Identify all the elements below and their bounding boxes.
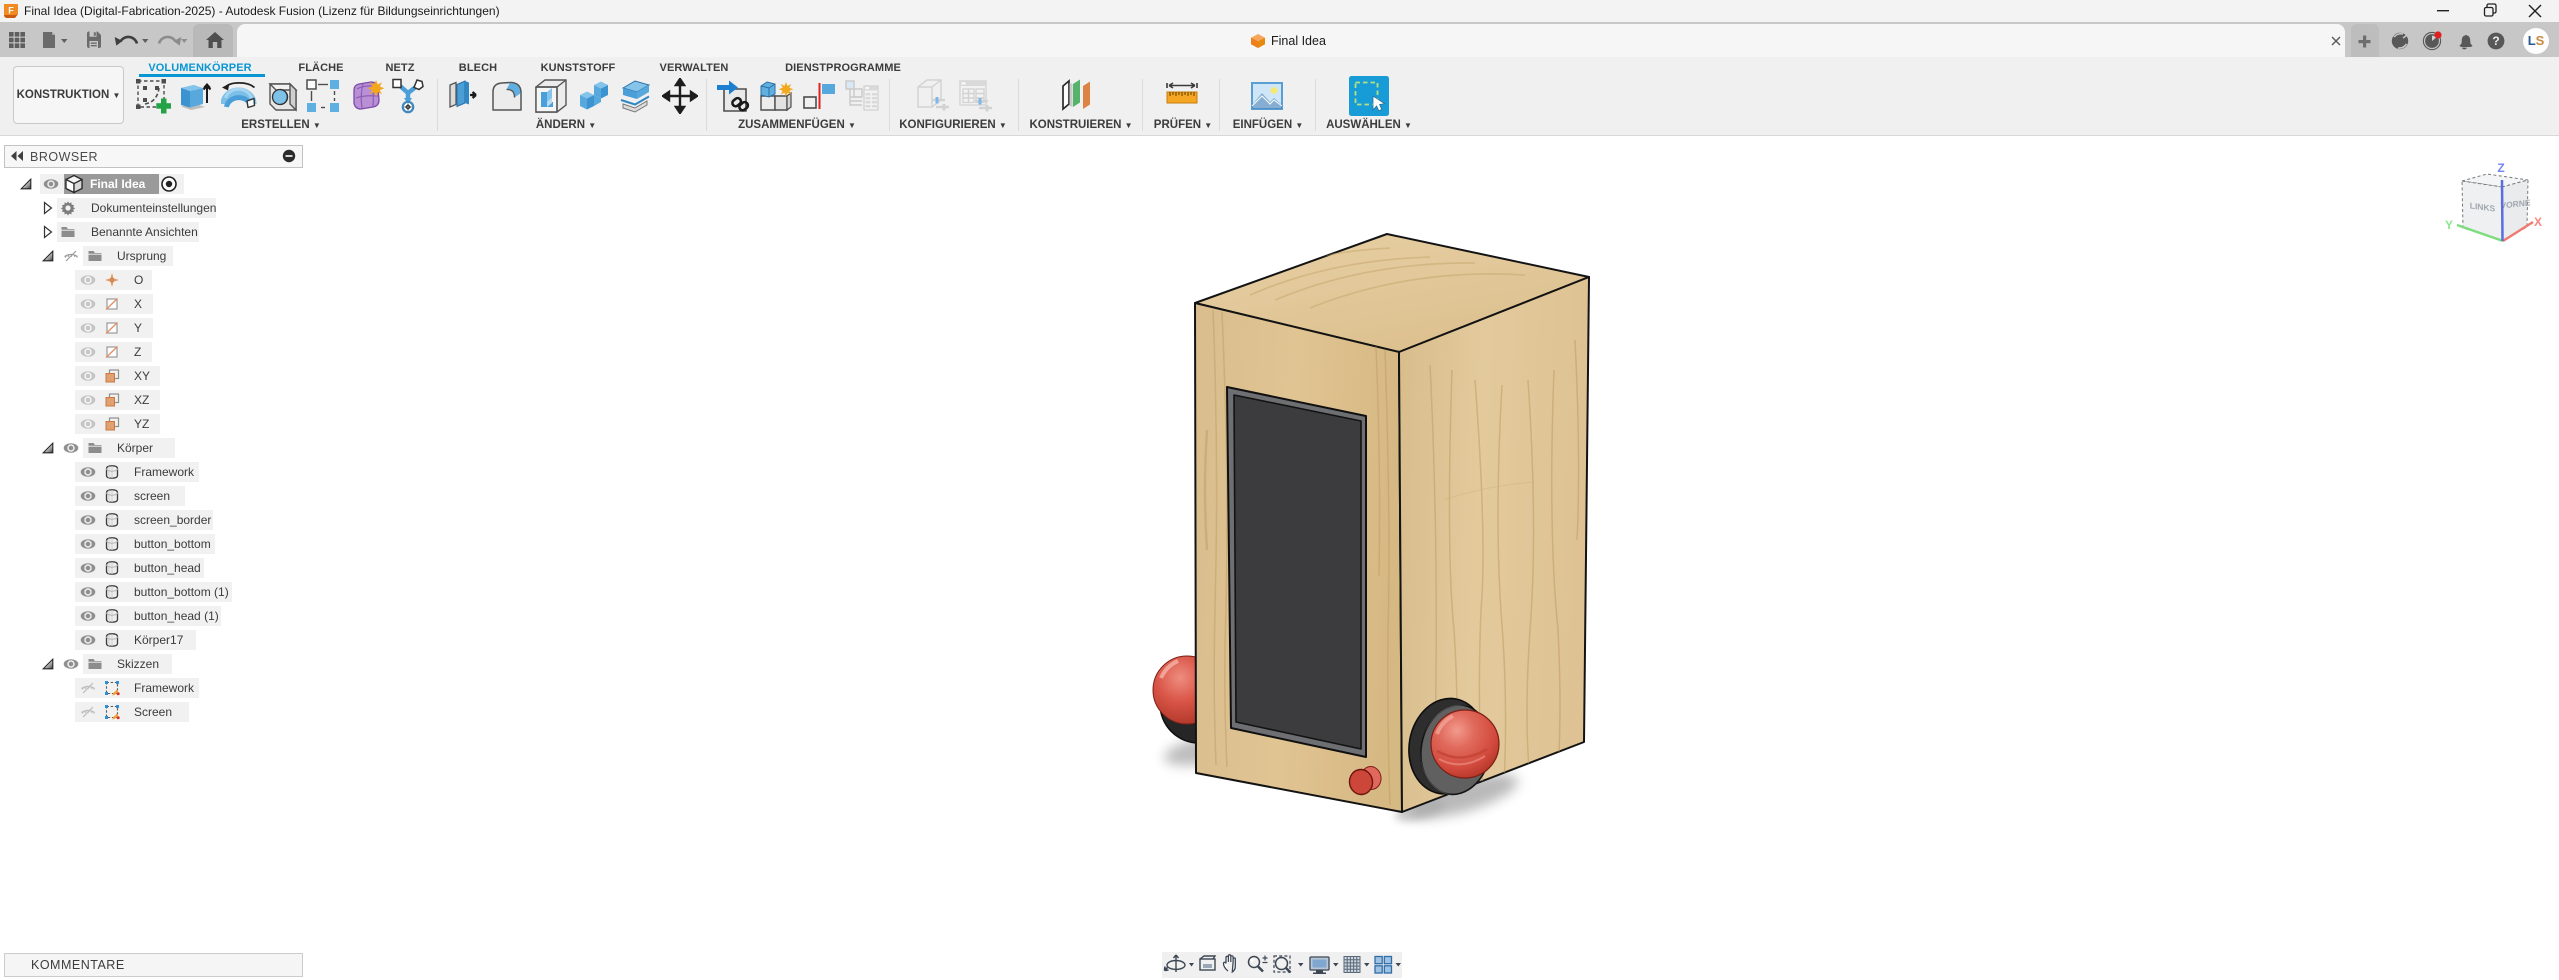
svg-text:X: X xyxy=(2534,215,2542,229)
svg-text:Y: Y xyxy=(2445,218,2453,232)
svg-text:?: ? xyxy=(2492,34,2499,48)
svg-text:F: F xyxy=(8,6,14,16)
svg-text:Z: Z xyxy=(2497,161,2504,175)
